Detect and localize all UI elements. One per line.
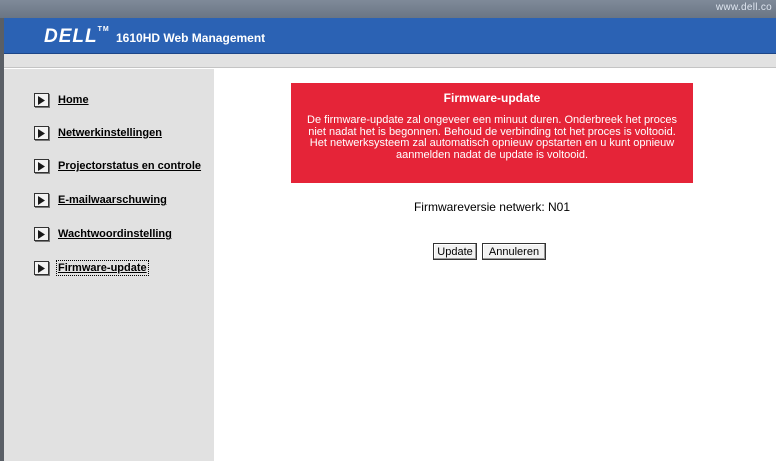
arrow-right-icon [34, 261, 49, 275]
action-buttons: Update Annuleren [433, 243, 546, 260]
logo-trademark: TM [97, 26, 110, 33]
browser-top-strip: www.dell.co [0, 0, 776, 18]
header-separator-band [4, 54, 776, 68]
app-header: DELLTM 1610HD Web Management [4, 18, 776, 54]
dell-logo: DELLTM [44, 26, 110, 48]
site-url: www.dell.co [715, 2, 772, 13]
sidebar-item-label[interactable]: Wachtwoordinstelling [58, 228, 172, 240]
sidebar-item-label[interactable]: Projectorstatus en controle [58, 160, 201, 172]
firmware-version-value: N01 [548, 200, 571, 214]
warning-title: Firmware-update [443, 91, 541, 105]
warning-message: De firmware-update zal ongeveer een minu… [307, 114, 677, 161]
sidebar-item-label[interactable]: E-mailwaarschuwing [58, 194, 167, 206]
sidebar-item-firmware-update[interactable]: Firmware-update [34, 260, 149, 276]
sidebar-item-label[interactable]: Firmware-update [56, 260, 149, 276]
firmware-version-row: Firmwareversie netwerk: N01 [214, 200, 770, 214]
main-content: Firmware-update De firmware-update zal o… [214, 69, 776, 461]
firmware-warning-box: Firmware-update De firmware-update zal o… [291, 83, 693, 183]
arrow-right-icon [34, 159, 49, 173]
arrow-right-icon [34, 193, 49, 207]
arrow-right-icon [34, 126, 49, 140]
sidebar-item-email-alert[interactable]: E-mailwaarschuwing [34, 192, 167, 208]
sidebar-item-label[interactable]: Home [58, 94, 89, 106]
arrow-right-icon [34, 227, 49, 241]
sidebar-item-projector-status[interactable]: Projectorstatus en controle [34, 158, 201, 174]
arrow-right-icon [34, 93, 49, 107]
sidebar: Home Netwerkinstellingen Projectorstatus… [4, 69, 214, 461]
logo-text: DELL [44, 26, 98, 47]
sidebar-item-label[interactable]: Netwerkinstellingen [58, 127, 162, 139]
app-title: 1610HD Web Management [116, 31, 266, 45]
update-button[interactable]: Update [433, 243, 477, 260]
firmware-version-label: Firmwareversie netwerk: [413, 200, 545, 214]
sidebar-item-password-settings[interactable]: Wachtwoordinstelling [34, 226, 172, 242]
sidebar-item-network-settings[interactable]: Netwerkinstellingen [34, 125, 162, 141]
sidebar-item-home[interactable]: Home [34, 92, 89, 108]
cancel-button[interactable]: Annuleren [482, 243, 546, 260]
